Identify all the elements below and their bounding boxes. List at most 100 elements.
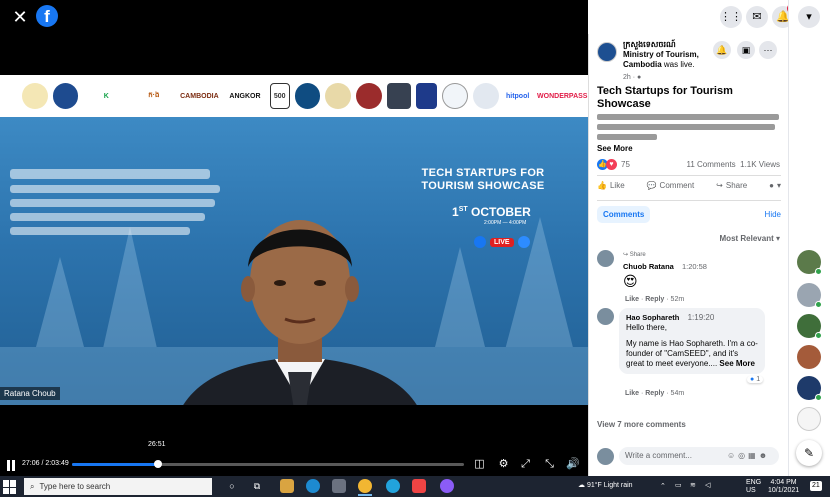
store-icon[interactable] (332, 479, 346, 493)
sponsor-logos-band: K ក·ង CAMBODIA ANGKOR 500 hitpool WONDER… (0, 75, 588, 117)
active-app-indicator (358, 494, 372, 496)
contact-avatar[interactable] (797, 250, 822, 275)
showcase-title-line1: TECH STARTUPS FOR (421, 167, 545, 179)
keyboard-region: US (746, 487, 756, 494)
post-card: ក្រសួងទេសចរណ៍ Ministry of Tourism, Cambo… (588, 34, 788, 476)
network-icon[interactable]: ▭ (675, 482, 682, 490)
avatar[interactable] (597, 250, 614, 267)
comment-author[interactable]: Hao Sophareth (626, 313, 679, 322)
comment-item: ↪ Share Chuob Ratana 1:20:58 😍 Like · Re… (597, 250, 781, 308)
contact-avatar[interactable] (797, 407, 821, 431)
taskbar-search[interactable]: ⌕ Type here to search (24, 478, 212, 495)
comment-text-line1: Hello there, (626, 323, 667, 332)
contacts-rail: ▾ ✎ (788, 0, 830, 476)
comment-meta: Like · Reply · 54m (625, 390, 685, 397)
comment-see-more[interactable]: See More (719, 359, 755, 368)
telegram-icon[interactable] (386, 479, 400, 493)
comment-button[interactable]: 💬 Comment (647, 181, 695, 190)
contact-avatar[interactable] (797, 376, 822, 401)
action-center-badge[interactable]: 21 (810, 481, 822, 491)
taskbar-search-placeholder: Type here to search (39, 482, 111, 491)
comment-reply-button[interactable]: Reply (645, 390, 664, 397)
share-badge: ↪ Share (623, 252, 646, 258)
sponsor-logo: ក·ង (148, 92, 160, 99)
comment-video-timestamp[interactable]: 1:19:20 (688, 313, 715, 322)
file-explorer-icon[interactable] (280, 479, 294, 493)
comment-like-count[interactable]: ● 1 (747, 376, 764, 383)
logo-cambodia: CAMBODIA (180, 92, 219, 100)
like-button[interactable]: 👍 Like (597, 181, 625, 190)
app-icon[interactable] (412, 479, 426, 493)
cortana-icon[interactable]: ○ (225, 479, 239, 493)
sort-label: Most Relevant (719, 234, 774, 243)
tab-comments[interactable]: Comments (597, 206, 651, 223)
sponsor-logo (442, 83, 469, 109)
comment-video-timestamp[interactable]: 1:20:58 (682, 262, 707, 271)
windows-start-icon[interactable] (3, 480, 17, 494)
composer-icons[interactable]: ☺◎▦☻ (727, 451, 770, 460)
wifi-icon[interactable]: ≋ (690, 482, 696, 490)
logo-500: 500 (269, 83, 290, 109)
account-menu-icon[interactable]: ▾ (798, 6, 820, 28)
participant-name-tag: Ratana Choub (0, 387, 60, 400)
comment-reply-button[interactable]: Reply (645, 296, 664, 303)
captions-icon[interactable]: ◫ (473, 458, 486, 471)
sort-dropdown[interactable]: Most Relevant ▾ (720, 234, 780, 243)
volume-tray-icon[interactable]: ◁ (705, 482, 710, 490)
fullscreen-icon[interactable]: ⤢ (519, 458, 532, 471)
tray-chevron-icon[interactable]: ⌃ (660, 483, 666, 491)
more-options-icon[interactable]: ··· (759, 41, 777, 59)
contact-avatar[interactable] (797, 283, 822, 308)
pause-button[interactable] (7, 458, 17, 471)
clock[interactable]: 4:04 PM 10/1/2021 (768, 479, 799, 495)
comment-header: Chuob Ratana 1:20:58 (623, 262, 707, 271)
task-view-icon[interactable]: ⧉ (250, 479, 264, 493)
edge-icon[interactable] (306, 479, 320, 493)
avatar[interactable] (597, 308, 614, 325)
facebook-logo-icon[interactable]: f (36, 5, 58, 27)
sponsor-logo (386, 83, 411, 109)
sponsor-logo (52, 83, 79, 109)
messenger-app-icon[interactable] (440, 479, 454, 493)
menu-grid-icon[interactable]: ⋮⋮ (720, 6, 742, 28)
contact-avatar[interactable] (797, 314, 822, 339)
close-icon[interactable]: ✕ (10, 7, 30, 27)
contact-avatar[interactable] (797, 345, 821, 369)
page-avatar[interactable] (597, 42, 617, 62)
online-indicator (815, 332, 822, 339)
language-indicator[interactable]: ENG US (746, 479, 761, 495)
video-player[interactable]: ✕ f K ក·ង CAMBODIA ANGKOR 500 hitpool WO… (0, 0, 588, 476)
comment-like-button[interactable]: Like (625, 390, 639, 397)
hide-comments-link[interactable]: Hide (765, 210, 781, 219)
notifications-icon[interactable]: 🔔 1 (772, 3, 788, 28)
comment-author[interactable]: Chuob Ratana (623, 262, 674, 271)
sponsor-logo (294, 83, 321, 109)
comments-count[interactable]: 11 Comments (686, 160, 735, 169)
post-actions: 👍 Like 💬 Comment ↪ Share ● ▾ (597, 181, 781, 190)
share-button[interactable]: ↪ Share (716, 181, 747, 190)
minimize-player-icon[interactable]: ⤡ (543, 458, 556, 471)
save-icon[interactable]: ▣ (737, 41, 755, 59)
volume-icon[interactable]: 🔊 (566, 458, 580, 471)
like-reaction-icon: ● (750, 376, 755, 383)
see-more-link[interactable]: See More (597, 144, 633, 153)
messenger-icon[interactable]: ✉ (746, 6, 768, 28)
post-age[interactable]: 2h · ● (623, 74, 641, 81)
view-more-comments[interactable]: View 7 more comments (597, 420, 686, 429)
comment-like-button[interactable]: Like (625, 296, 639, 303)
page-name-khmer[interactable]: ក្រសួងទេសចរណ៍ (623, 40, 676, 49)
bell-icon[interactable]: 🔔 (713, 41, 731, 59)
new-message-icon[interactable]: ✎ (796, 440, 822, 466)
comment-text: 😍 (623, 273, 638, 289)
settings-gear-icon[interactable]: ⚙ (497, 458, 510, 471)
comments-tabs: Comments Hide (597, 206, 781, 224)
reaction-summary[interactable]: 👍 ♥ 75 (597, 159, 630, 170)
comment-icon: 💬 (646, 181, 657, 190)
audience-selector[interactable]: ● ▾ (769, 181, 781, 190)
seek-bar[interactable] (72, 460, 464, 468)
seek-bar-handle[interactable] (154, 460, 163, 468)
weather-widget[interactable]: ☁ 91°F Light rain (578, 482, 633, 490)
reaction-count: 75 (621, 160, 630, 169)
share-label: Share (725, 181, 748, 190)
chrome-icon[interactable] (358, 479, 372, 493)
